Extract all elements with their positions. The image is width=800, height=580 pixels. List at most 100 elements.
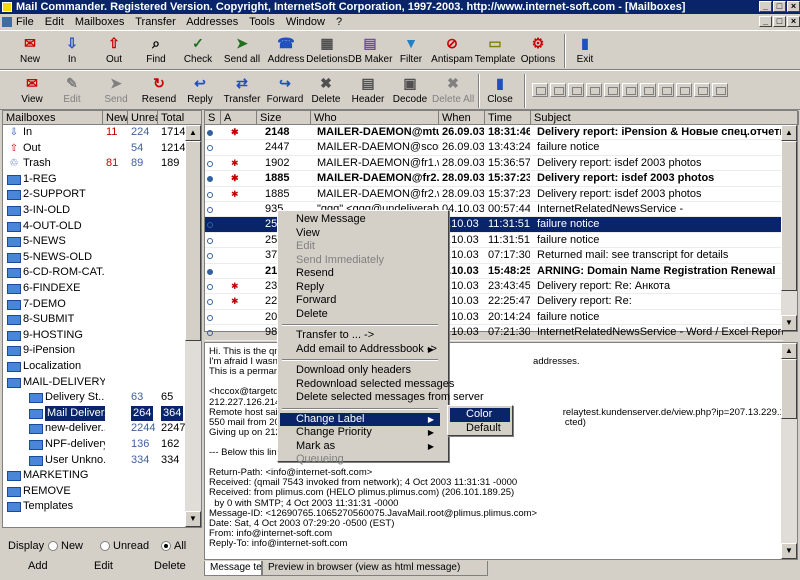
mailbox-item[interactable]: ⇧ Out 54 1214 bbox=[3, 141, 186, 157]
ctx-forward[interactable]: Forward bbox=[280, 294, 440, 308]
out-button[interactable]: ⇧ Out bbox=[94, 33, 134, 69]
mailbox-item[interactable]: ⇩ In 11 224 1714 bbox=[3, 125, 186, 141]
ctx-add-to-addressbook[interactable]: Add email to Addressbook -> ▶ bbox=[280, 343, 440, 357]
ctx-delete[interactable]: Delete bbox=[280, 308, 440, 322]
print-button[interactable] bbox=[712, 83, 728, 97]
scroll-thumb[interactable] bbox=[185, 141, 201, 341]
menu-edit[interactable]: Edit bbox=[45, 16, 64, 28]
tab-preview-browser[interactable]: Preview in browser (view as html message… bbox=[262, 561, 488, 576]
scroll-down-button[interactable]: ▼ bbox=[185, 511, 201, 527]
mailbox-item[interactable]: REMOVE bbox=[3, 484, 186, 500]
layout-button[interactable] bbox=[658, 83, 674, 97]
mailbox-item[interactable]: Templates bbox=[3, 499, 186, 515]
close-message-button[interactable]: ▮ Close bbox=[484, 73, 516, 109]
ctx-new-message[interactable]: New Message bbox=[280, 213, 440, 227]
col-time[interactable]: Time bbox=[485, 111, 531, 125]
col-unread[interactable]: Unread bbox=[128, 111, 158, 125]
mdi-close-button[interactable]: × bbox=[787, 16, 800, 27]
mailbox-item[interactable]: MARKETING bbox=[3, 468, 186, 484]
mailbox-item[interactable]: ♲ Trash 81 89 189 bbox=[3, 156, 186, 172]
layout-button[interactable] bbox=[568, 83, 584, 97]
display-new-radio[interactable] bbox=[48, 541, 58, 551]
ctx-redownload[interactable]: Redownload selected messages bbox=[280, 378, 454, 392]
mailbox-item[interactable]: 6-FINDEXE bbox=[3, 281, 186, 297]
message-row[interactable]: ✱ 1902 MAILER-DAEMON@fr1.webmaill28.09.03 1… bbox=[205, 156, 783, 172]
mailbox-item[interactable]: NPF-delivery 136 162 bbox=[3, 437, 186, 453]
col-who[interactable]: Who bbox=[311, 111, 439, 125]
layout-button[interactable] bbox=[586, 83, 602, 97]
mailbox-item[interactable]: 3-IN-OLD bbox=[3, 203, 186, 219]
view-button[interactable]: ✉ View bbox=[12, 73, 52, 109]
layout-button[interactable] bbox=[550, 83, 566, 97]
message-row[interactable]: ✱ 1885 MAILER-DAEMON@fr2.webmaill28.09.03 1… bbox=[205, 187, 783, 202]
mailbox-item[interactable]: Localization bbox=[3, 359, 186, 375]
scroll-thumb[interactable] bbox=[781, 359, 797, 419]
new-button[interactable]: ✉ New bbox=[10, 33, 50, 69]
minimize-button[interactable]: _ bbox=[759, 1, 772, 12]
display-all-label[interactable]: All bbox=[174, 540, 186, 552]
options-button[interactable]: ⚙ Options bbox=[518, 33, 558, 69]
menu-addresses[interactable]: Addresses bbox=[186, 16, 238, 28]
layout-button[interactable] bbox=[622, 83, 638, 97]
scroll-up-button[interactable]: ▲ bbox=[781, 343, 797, 359]
ctx-resend[interactable]: Resend bbox=[280, 267, 440, 281]
menu-help[interactable]: ? bbox=[336, 16, 342, 28]
check-button[interactable]: ✓ Check bbox=[178, 33, 218, 69]
delete-button[interactable]: ✖ Delete bbox=[308, 73, 344, 109]
mailbox-item[interactable]: 7-DEMO bbox=[3, 297, 186, 313]
menu-file[interactable]: File bbox=[16, 16, 34, 28]
mailbox-item[interactable]: 2-SUPPORT bbox=[3, 187, 186, 203]
display-all-radio[interactable] bbox=[161, 541, 171, 551]
col-new[interactable]: New bbox=[103, 111, 128, 125]
col-status[interactable]: S bbox=[205, 111, 221, 125]
ctx-reply[interactable]: Reply bbox=[280, 281, 440, 295]
ctx-change-priority[interactable]: Change Priority ▶ bbox=[280, 426, 440, 440]
delete-folder-button[interactable]: Delete bbox=[154, 560, 186, 572]
scroll-thumb[interactable] bbox=[781, 141, 797, 291]
layout-button[interactable] bbox=[676, 83, 692, 97]
col-attach[interactable]: A bbox=[221, 111, 257, 125]
mailbox-item[interactable]: 4-OUT-OLD bbox=[3, 219, 186, 235]
deletions-button[interactable]: ▦ Deletions bbox=[306, 33, 348, 69]
display-new-label[interactable]: New bbox=[61, 540, 83, 552]
in-button[interactable]: ⇩ In bbox=[52, 33, 92, 69]
mailbox-item[interactable]: 9-iPension bbox=[3, 343, 186, 359]
submenu-default[interactable]: Default bbox=[450, 422, 510, 436]
forward-button[interactable]: ↪ Forward bbox=[264, 73, 306, 109]
message-row[interactable]: ✱ 1885 MAILER-DAEMON@fr2.webmail28.09.03 15… bbox=[205, 171, 783, 187]
col-size[interactable]: Size bbox=[257, 111, 311, 125]
layout-button[interactable] bbox=[532, 83, 548, 97]
exit-button[interactable]: ▮ Exit bbox=[570, 33, 600, 69]
mailbox-item[interactable]: User Unkno... 334 334 bbox=[3, 453, 186, 469]
mailbox-item[interactable]: new-deliver... 2244 2247 bbox=[3, 421, 186, 437]
display-unread-radio[interactable] bbox=[100, 541, 110, 551]
mailbox-scrollbar[interactable]: ▲ ▼ bbox=[185, 125, 201, 527]
tab-message-text[interactable]: Message text bbox=[204, 561, 269, 576]
scroll-up-button[interactable]: ▲ bbox=[185, 125, 201, 141]
transfer-button[interactable]: ⇄ Transfer bbox=[222, 73, 262, 109]
mailbox-item[interactable]: Delivery St... 63 65 bbox=[3, 390, 186, 406]
decode-button[interactable]: ▣ Decode bbox=[390, 73, 430, 109]
resend-button[interactable]: ↻ Resend bbox=[138, 73, 180, 109]
message-row[interactable]: 2447 MAILER-DAEMON@scorpions.ne26.09.03 13… bbox=[205, 140, 783, 156]
mailbox-item[interactable]: 5-NEWS-OLD bbox=[3, 250, 186, 266]
col-when[interactable]: When bbox=[439, 111, 485, 125]
menu-window[interactable]: Window bbox=[286, 16, 325, 28]
header-button[interactable]: ▤ Header bbox=[348, 73, 388, 109]
ctx-transfer-to[interactable]: Transfer to ... -> bbox=[280, 329, 440, 343]
ctx-view[interactable]: View bbox=[280, 227, 440, 241]
mailbox-item[interactable]: 6-CD-ROM-CAT... bbox=[3, 265, 186, 281]
message-row[interactable]: ✱ 2148 MAILER-DAEMON@mtu-net26.09.03 18:31:… bbox=[205, 125, 783, 141]
layout-button[interactable] bbox=[694, 83, 710, 97]
db-maker-button[interactable]: ▤ DB Maker bbox=[348, 33, 392, 69]
ctx-delete-from-server[interactable]: Delete selected messages from server bbox=[280, 391, 484, 405]
menu-mailboxes[interactable]: Mailboxes bbox=[75, 16, 125, 28]
layout-button[interactable] bbox=[604, 83, 620, 97]
ctx-mark-as[interactable]: Mark as ▶ bbox=[280, 440, 440, 454]
layout-button[interactable] bbox=[640, 83, 656, 97]
ctx-change-label[interactable]: Change Label ▶ bbox=[280, 412, 440, 426]
antispam-button[interactable]: ⊘ Antispam bbox=[430, 33, 474, 69]
mailbox-item[interactable]: MAIL-DELIVERY bbox=[3, 375, 186, 391]
ctx-download-headers[interactable]: Download only headers bbox=[280, 364, 440, 378]
mdi-restore-button[interactable]: □ bbox=[773, 16, 786, 27]
